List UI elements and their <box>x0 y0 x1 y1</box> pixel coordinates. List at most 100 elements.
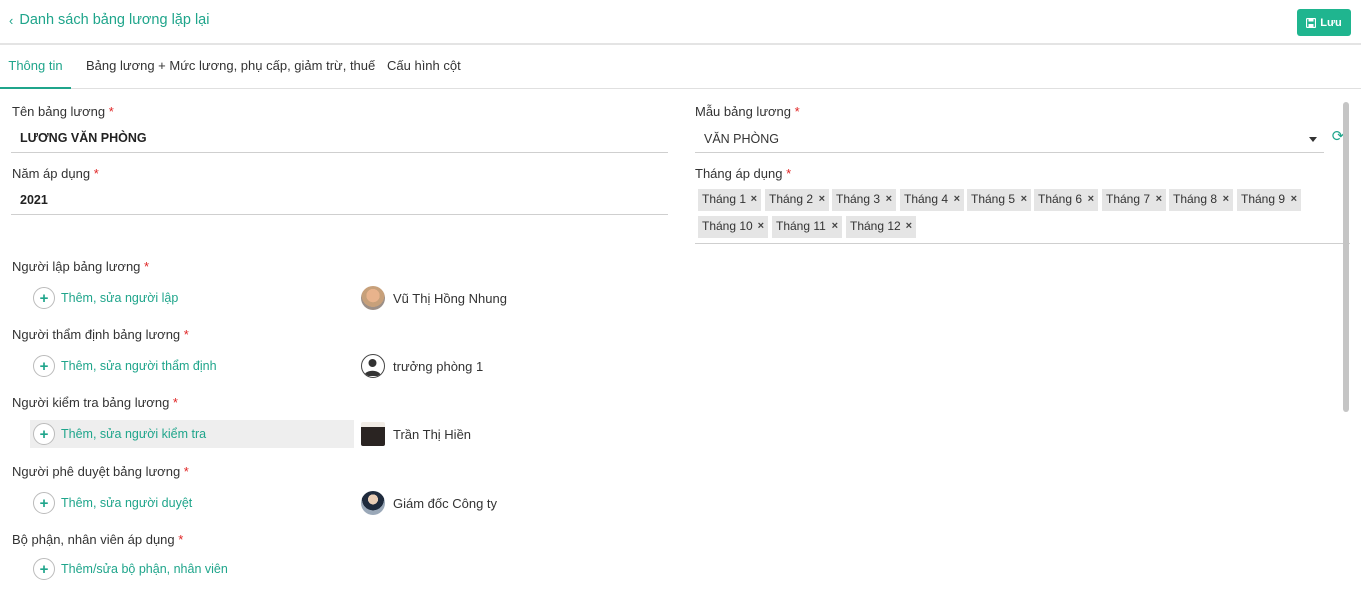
month-chip-label: Tháng 1 <box>702 192 747 206</box>
add-approver-button[interactable]: + Thêm, sửa người duyệt <box>30 489 354 517</box>
required-mark: * <box>786 166 792 181</box>
checker-label: Người kiểm tra bảng lương * <box>12 395 178 410</box>
close-icon[interactable]: × <box>1088 189 1094 209</box>
months-label: Tháng áp dụng * <box>695 166 791 181</box>
plus-icon: + <box>33 355 55 377</box>
close-icon[interactable]: × <box>1223 189 1229 209</box>
month-chip: Tháng 4 × <box>900 189 964 211</box>
close-icon[interactable]: × <box>1291 189 1297 209</box>
month-chip-label: Tháng 11 <box>776 219 826 233</box>
tab-payroll-salary[interactable]: Bảng lương + Mức lương, phụ cấp, giảm tr… <box>86 47 375 89</box>
month-chip: Tháng 7 × <box>1102 189 1166 211</box>
month-chip: Tháng 11 × <box>772 216 842 238</box>
creator-label-text: Người lập bảng lương <box>12 259 141 274</box>
appraiser-label-text: Người thẩm định bảng lương <box>12 327 181 342</box>
tab-column-config[interactable]: Cấu hình cột <box>387 47 461 89</box>
month-chip-label: Tháng 5 <box>971 192 1016 206</box>
required-mark: * <box>144 259 150 274</box>
caret-down-icon <box>1309 137 1317 142</box>
months-multiselect[interactable]: Tháng 1 × Tháng 2 × Tháng 3 × Tháng 4 × Thán… <box>695 187 1350 244</box>
template-label-text: Mẫu bảng lương <box>695 104 792 119</box>
creator-name: Vũ Thị Hồng Nhung <box>393 290 507 306</box>
avatar <box>361 286 385 310</box>
template-select-value: VĂN PHÒNG <box>704 132 780 146</box>
save-button-label: Lưu <box>1320 16 1342 29</box>
add-appraiser-label: Thêm, sửa người thẩm định <box>61 359 217 373</box>
month-chip-label: Tháng 8 <box>1173 192 1218 206</box>
avatar <box>361 422 385 446</box>
year-field[interactable]: 2021 <box>11 189 668 215</box>
plus-icon: + <box>33 558 55 580</box>
add-creator-label: Thêm, sửa người lập <box>61 291 179 305</box>
month-chip-label: Tháng 10 <box>702 219 753 233</box>
month-chip: Tháng 10 × <box>698 216 768 238</box>
close-icon[interactable]: × <box>906 216 912 236</box>
approver-label-text: Người phê duyệt bảng lương <box>12 464 181 479</box>
month-chip: Tháng 2 × <box>765 189 829 211</box>
add-approver-label: Thêm, sửa người duyệt <box>61 496 193 510</box>
close-icon[interactable]: × <box>1156 189 1162 209</box>
month-chip: Tháng 5 × <box>967 189 1031 211</box>
creator-person: Vũ Thị Hồng Nhung <box>361 286 507 310</box>
creator-label: Người lập bảng lương * <box>12 259 149 274</box>
add-scope-button[interactable]: + Thêm/sửa bộ phận, nhân viên <box>30 555 354 583</box>
month-chip-label: Tháng 7 <box>1106 192 1151 206</box>
required-mark: * <box>183 327 189 342</box>
close-icon[interactable]: × <box>954 189 960 209</box>
template-label: Mẫu bảng lương * <box>695 104 800 119</box>
close-icon[interactable]: × <box>819 189 825 209</box>
month-chip-label: Tháng 4 <box>904 192 949 206</box>
plus-icon: + <box>33 492 55 514</box>
floppy-disk-icon <box>1306 17 1317 28</box>
month-chip: Tháng 9 × <box>1237 189 1301 211</box>
add-scope-label: Thêm/sửa bộ phận, nhân viên <box>61 562 228 576</box>
required-mark: * <box>183 464 189 479</box>
checker-label-text: Người kiểm tra bảng lương <box>12 395 170 410</box>
month-chip-label: Tháng 12 <box>850 219 901 233</box>
chevron-left-icon: ‹ <box>9 12 14 28</box>
checker-person: Trần Thị Hiền <box>361 422 471 446</box>
plus-icon: + <box>33 287 55 309</box>
payroll-name-label-text: Tên bảng lương <box>12 104 106 119</box>
month-chip: Tháng 8 × <box>1169 189 1233 211</box>
tab-info[interactable]: Thông tin <box>0 47 71 89</box>
add-appraiser-button[interactable]: + Thêm, sửa người thẩm định <box>30 352 354 380</box>
months-label-text: Tháng áp dụng <box>695 166 783 181</box>
tab-bar: Thông tin Bảng lương + Mức lương, phụ cấ… <box>0 47 1361 89</box>
add-creator-button[interactable]: + Thêm, sửa người lập <box>30 284 354 312</box>
back-link-label: Danh sách bảng lương lặp lại <box>19 12 210 28</box>
required-mark: * <box>172 395 178 410</box>
close-icon[interactable]: × <box>886 189 892 209</box>
save-button[interactable]: Lưu <box>1297 9 1351 36</box>
scope-label-text: Bộ phận, nhân viên áp dụng <box>12 532 175 547</box>
checker-name: Trần Thị Hiền <box>393 426 472 442</box>
month-chip-label: Tháng 6 <box>1038 192 1083 206</box>
required-mark: * <box>108 104 114 119</box>
close-icon[interactable]: × <box>751 189 757 209</box>
avatar <box>361 354 385 378</box>
payroll-name-label: Tên bảng lương * <box>12 104 114 119</box>
approver-name: Giám đốc Công ty <box>393 495 498 511</box>
add-checker-button[interactable]: + Thêm, sửa người kiểm tra <box>30 420 354 448</box>
appraiser-name: trưởng phòng 1 <box>393 358 484 374</box>
month-chip-label: Tháng 9 <box>1241 192 1286 206</box>
scope-label: Bộ phận, nhân viên áp dụng * <box>12 532 183 547</box>
close-icon[interactable]: × <box>1021 189 1027 209</box>
top-bar: ‹ Danh sách bảng lương lặp lại Lưu <box>0 0 1361 45</box>
approver-person: Giám đốc Công ty <box>361 491 497 515</box>
payroll-name-field[interactable]: LƯƠNG VĂN PHÒNG <box>11 127 668 153</box>
plus-icon: + <box>33 423 55 445</box>
template-select[interactable]: VĂN PHÒNG <box>695 127 1324 153</box>
required-mark: * <box>178 532 184 547</box>
required-mark: * <box>93 166 99 181</box>
appraiser-label: Người thẩm định bảng lương * <box>12 327 189 342</box>
back-link[interactable]: ‹ Danh sách bảng lương lặp lại <box>9 12 209 28</box>
close-icon[interactable]: × <box>832 216 838 236</box>
close-icon[interactable]: × <box>758 216 764 236</box>
approver-label: Người phê duyệt bảng lương * <box>12 464 189 479</box>
vertical-scrollbar[interactable] <box>1343 102 1349 412</box>
add-checker-label: Thêm, sửa người kiểm tra <box>61 427 207 441</box>
month-chip: Tháng 6 × <box>1034 189 1098 211</box>
year-label: Năm áp dụng * <box>12 166 99 181</box>
year-label-text: Năm áp dụng <box>12 166 91 181</box>
